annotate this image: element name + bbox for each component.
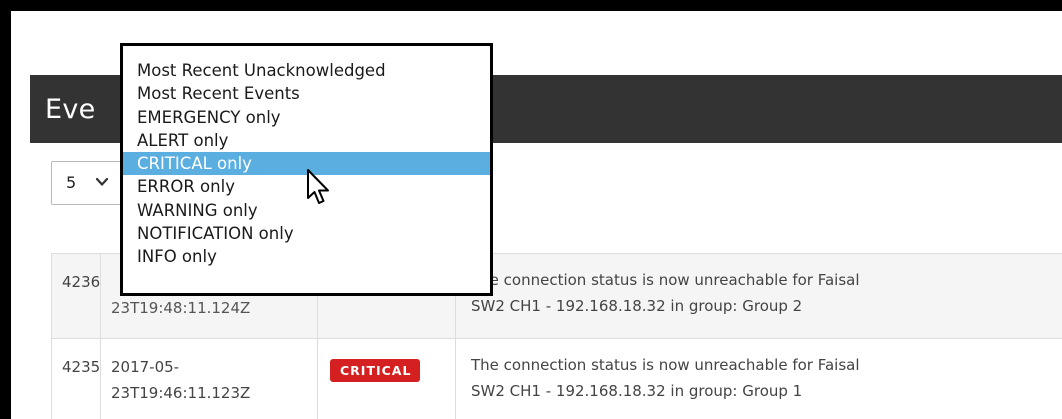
page-size-value: 5 <box>66 173 77 192</box>
filter-option-most-recent-unacknowledged[interactable]: Most Recent Unacknowledged <box>123 59 490 82</box>
table-row[interactable]: 4235 2017-05- 23T19:46:11.123Z CRITICAL … <box>51 338 1062 419</box>
event-message: The connection status is now unreachable… <box>471 356 860 400</box>
event-timestamp-cell: 2017-05- 23T19:46:11.123Z <box>100 338 318 419</box>
event-message-cell: The connection status is now unreachable… <box>455 253 1062 339</box>
page-size-select[interactable]: 5 <box>51 161 123 205</box>
event-message: The connection status is now unreachable… <box>471 271 860 315</box>
filter-option-emergency[interactable]: EMERGENCY only <box>123 106 490 129</box>
filter-option-notification[interactable]: NOTIFICATION only <box>123 222 490 245</box>
filter-option-alert[interactable]: ALERT only <box>123 129 490 152</box>
mouse-pointer-icon <box>307 169 329 204</box>
filter-option-most-recent-events[interactable]: Most Recent Events <box>123 82 490 105</box>
event-id-cell: 4236 <box>51 253 101 339</box>
event-timestamp: 2017-05- 23T19:46:11.123Z <box>111 358 251 402</box>
panel-title: Eve <box>45 94 96 125</box>
event-id: 4235 <box>62 358 101 376</box>
event-severity-cell: CRITICAL <box>317 338 456 419</box>
event-id-cell: 4235 <box>51 338 101 419</box>
event-message-cell: The connection status is now unreachable… <box>455 338 1062 419</box>
filter-option-info[interactable]: INFO only <box>123 245 490 268</box>
chevron-down-icon <box>95 177 109 186</box>
critical-badge: CRITICAL <box>330 359 421 382</box>
event-id: 4236 <box>62 273 101 291</box>
